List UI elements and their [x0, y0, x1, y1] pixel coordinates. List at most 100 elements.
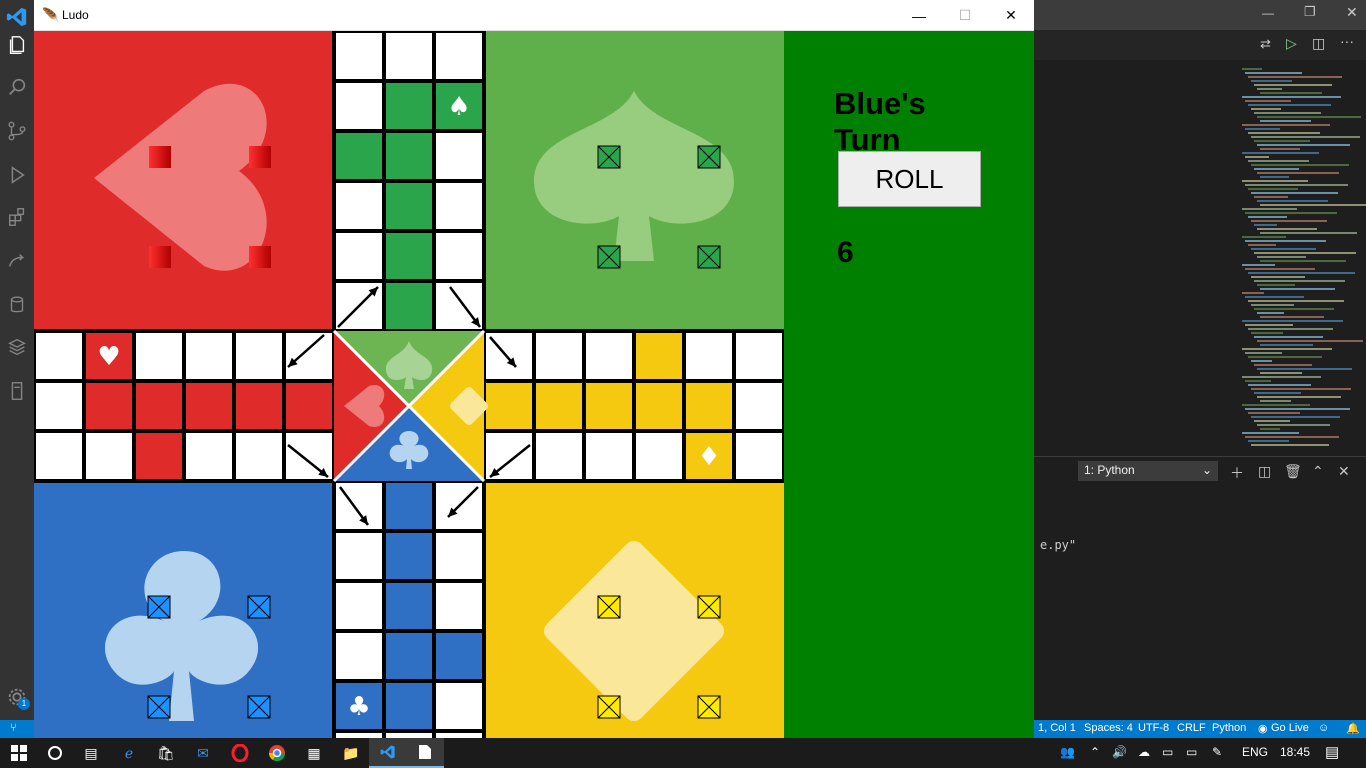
track-cell[interactable] — [432, 31, 486, 83]
status-encoding[interactable]: UTF-8 — [1138, 722, 1169, 734]
track-cell[interactable] — [382, 679, 436, 733]
track-cell[interactable] — [382, 729, 436, 738]
cloud-icon[interactable]: ☁ — [1138, 745, 1150, 759]
minimize-button[interactable]: — — [896, 0, 942, 31]
track-cell[interactable] — [332, 729, 386, 738]
status-language[interactable]: Python — [1212, 722, 1246, 734]
settings-gear-icon[interactable]: 1 — [0, 680, 34, 714]
file-explorer-icon[interactable]: 📁 — [332, 738, 370, 768]
track-cell[interactable] — [182, 429, 236, 483]
opera-icon[interactable] — [221, 738, 259, 768]
track-cell[interactable] — [132, 379, 186, 433]
track-cell[interactable] — [532, 429, 586, 483]
track-cell[interactable] — [82, 379, 136, 433]
task-view-icon[interactable]: ▤ — [72, 738, 110, 768]
trash-icon[interactable]: 🗑 — [1284, 463, 1302, 480]
track-cell[interactable] — [682, 379, 736, 433]
terminal[interactable]: e.py" — [1034, 486, 1366, 720]
status-position[interactable]: 1, Col 1 — [1038, 722, 1076, 734]
track-cell[interactable] — [382, 629, 436, 683]
explorer-icon[interactable] — [0, 28, 34, 62]
split-terminal-icon[interactable]: ◫ — [1258, 463, 1271, 480]
chevron-up-tray-icon[interactable]: ⌃ — [1090, 745, 1100, 759]
track-cell[interactable] — [182, 329, 236, 383]
action-center-icon[interactable]: ▤ — [1325, 743, 1339, 761]
track-cell[interactable] — [132, 429, 186, 483]
track-cell[interactable] — [382, 79, 436, 133]
track-cell[interactable] — [332, 129, 386, 183]
notebook-icon[interactable] — [0, 374, 34, 408]
track-cell[interactable] — [482, 429, 536, 483]
track-cell[interactable] — [232, 329, 286, 383]
track-cell[interactable] — [382, 129, 436, 183]
chevron-up-icon[interactable]: ⌃ — [1312, 463, 1324, 480]
terminal-select[interactable]: 1: Python ⌄ — [1078, 461, 1218, 481]
track-cell[interactable] — [332, 529, 386, 583]
split-editor-icon[interactable]: ◫ — [1312, 35, 1325, 52]
track-cell[interactable] — [382, 229, 436, 283]
store-icon[interactable]: 🛍 — [147, 738, 185, 768]
ludo-taskbar-icon[interactable] — [406, 738, 444, 768]
track-cell[interactable] — [382, 529, 436, 583]
track-cell[interactable] — [132, 329, 186, 383]
more-actions-icon[interactable]: ··· — [1340, 33, 1354, 49]
close-icon[interactable]: ✕ — [1346, 4, 1358, 21]
track-cell[interactable] — [532, 329, 586, 383]
volume-icon[interactable]: 🔊 — [1112, 745, 1127, 759]
windows-start-icon[interactable] — [0, 738, 38, 768]
database-icon[interactable] — [0, 288, 34, 322]
track-cell[interactable] — [332, 629, 386, 683]
new-terminal-icon[interactable]: ＋ — [1230, 463, 1244, 483]
track-cell[interactable] — [532, 379, 586, 433]
track-cell[interactable] — [382, 31, 436, 83]
track-cell[interactable] — [332, 31, 386, 83]
chrome-icon[interactable] — [258, 738, 296, 768]
track-cell[interactable] — [332, 579, 386, 633]
vscode-taskbar-icon[interactable] — [369, 738, 407, 768]
track-cell[interactable] — [432, 529, 486, 583]
edge-icon[interactable]: ℯ — [110, 738, 148, 768]
track-cell[interactable] — [732, 329, 784, 383]
red-token[interactable] — [149, 246, 171, 268]
track-cell[interactable] — [432, 679, 486, 733]
people-icon[interactable]: 👥 — [1060, 745, 1075, 759]
status-golive[interactable]: Go Live — [1271, 722, 1309, 734]
track-cell[interactable] — [382, 179, 436, 233]
red-token[interactable] — [249, 246, 271, 268]
extensions-icon[interactable] — [0, 200, 34, 234]
track-cell[interactable] — [232, 429, 286, 483]
status-spaces[interactable]: Spaces: 4 — [1084, 722, 1133, 734]
track-cell[interactable] — [582, 379, 636, 433]
layers-icon[interactable] — [0, 330, 34, 364]
search-icon[interactable] — [0, 70, 34, 104]
track-cell[interactable] — [432, 129, 486, 183]
track-cell[interactable] — [332, 79, 386, 133]
red-token[interactable] — [249, 146, 271, 168]
track-cell[interactable] — [432, 629, 486, 683]
close-button[interactable]: ✕ — [988, 0, 1034, 31]
track-cell[interactable] — [34, 329, 86, 383]
track-cell[interactable] — [632, 429, 686, 483]
close-panel-icon[interactable]: ✕ — [1338, 463, 1350, 480]
cortana-icon[interactable] — [36, 738, 74, 768]
run-icon[interactable]: ▷ — [1286, 35, 1297, 52]
track-cell[interactable] — [332, 179, 386, 233]
red-token[interactable] — [149, 146, 171, 168]
live-share-icon[interactable] — [0, 244, 34, 278]
language-indicator[interactable]: ENG — [1242, 745, 1268, 759]
mail-icon[interactable]: ✉ — [184, 738, 222, 768]
compare-icon[interactable]: ⇄ — [1260, 36, 1271, 52]
track-cell[interactable] — [682, 329, 736, 383]
track-cell[interactable] — [432, 729, 486, 738]
track-cell[interactable] — [432, 579, 486, 633]
status-eol[interactable]: CRLF — [1177, 722, 1206, 734]
track-cell[interactable] — [382, 279, 436, 333]
roll-button[interactable]: ROLL — [838, 151, 981, 207]
track-cell[interactable] — [282, 429, 336, 483]
network-icon[interactable]: ▭ — [1162, 745, 1173, 759]
track-cell[interactable] — [282, 329, 336, 383]
restore-icon[interactable]: ❐ — [1304, 4, 1316, 20]
track-cell[interactable] — [34, 379, 86, 433]
minimize-icon[interactable]: — — [1262, 6, 1274, 20]
track-cell[interactable] — [732, 379, 784, 433]
